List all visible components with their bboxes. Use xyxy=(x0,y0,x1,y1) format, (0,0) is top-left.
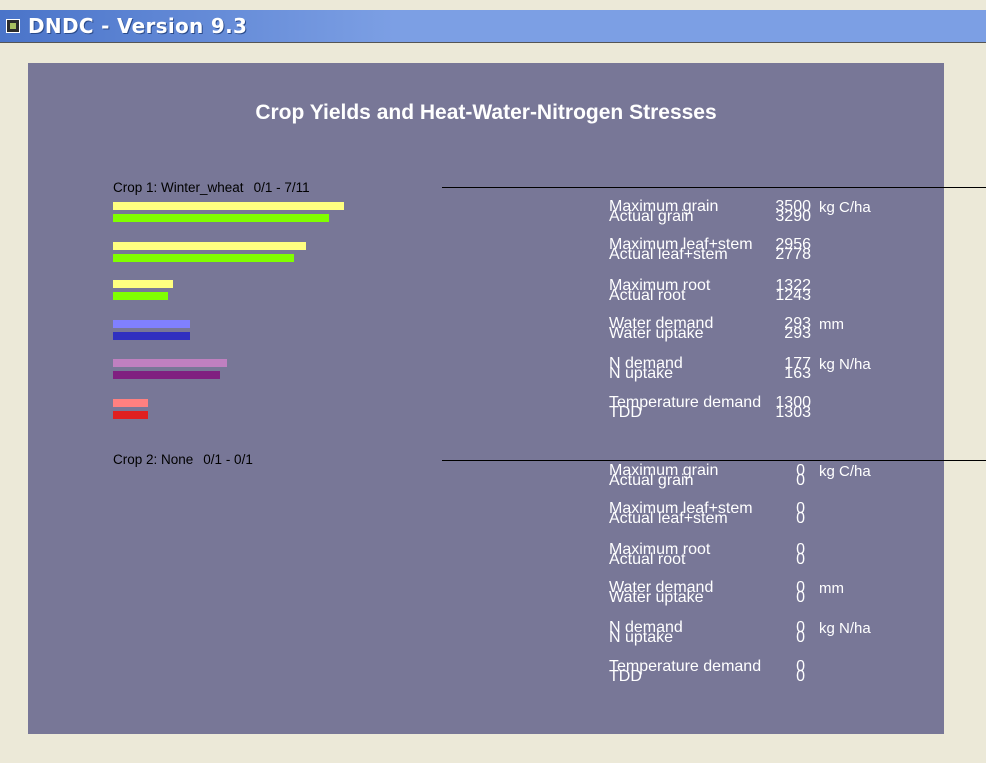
water-actual-bar xyxy=(113,332,190,340)
stat-value: 293 xyxy=(784,325,811,342)
crop-1-name: Crop 1: Winter_wheat xyxy=(113,180,244,195)
root-actual-bar xyxy=(113,292,168,300)
stat-value: 1303 xyxy=(775,404,811,421)
stat-row: N demand N uptake 0 0 kg N/ha xyxy=(609,620,909,651)
stat-unit: mm xyxy=(819,316,844,333)
stat-label: TDD xyxy=(609,404,642,421)
title-bar[interactable]: DNDC - Version 9.3 xyxy=(0,10,986,43)
crop-1-separator xyxy=(442,187,986,188)
stat-row: Temperature demand TDD 0 0 xyxy=(609,659,909,690)
temperature-max-bar xyxy=(113,399,148,407)
stat-unit: mm xyxy=(819,580,844,597)
stat-value: 3290 xyxy=(775,208,811,225)
stat-row: Maximum root Actual root 1322 1243 xyxy=(609,278,909,309)
results-panel: Crop Yields and Heat-Water-Nitrogen Stre… xyxy=(28,63,986,734)
grain-actual-bar xyxy=(113,214,329,222)
stat-value: 0 xyxy=(796,668,805,685)
stat-label: N uptake xyxy=(609,629,674,646)
stat-label: Actual root xyxy=(609,551,686,568)
crop-2-separator xyxy=(442,460,986,461)
stat-row: Temperature demand TDD 1300 1303 xyxy=(609,395,909,426)
stat-label: Actual root xyxy=(609,287,686,304)
stat-row: N demand N uptake 177 163 kg N/ha xyxy=(609,356,909,387)
stat-label: Actual grain xyxy=(609,208,694,225)
crop-2-label: Crop 2: None 0/1 - 0/1 xyxy=(113,452,253,467)
app-icon[interactable] xyxy=(6,19,20,33)
stat-value: 163 xyxy=(784,365,811,382)
stat-label: Actual leaf+stem xyxy=(609,510,728,527)
stat-unit: kg C/ha xyxy=(819,199,871,216)
crop-1-range: 0/1 - 7/11 xyxy=(253,180,310,195)
panel-title: Crop Yields and Heat-Water-Nitrogen Stre… xyxy=(255,101,717,124)
stat-row: Water demand Water uptake 293 293 mm xyxy=(609,316,909,347)
leaf-stem-max-bar xyxy=(113,242,306,250)
stat-label: TDD xyxy=(609,668,642,685)
crop-2-name: Crop 2: None xyxy=(113,452,194,467)
stat-value: 0 xyxy=(796,510,805,527)
stat-value: 0 xyxy=(796,472,805,489)
stat-unit: kg N/ha xyxy=(819,620,871,637)
stat-value: 2778 xyxy=(775,246,811,263)
stat-value: 0 xyxy=(796,551,805,568)
stat-unit: kg N/ha xyxy=(819,356,871,373)
root-max-bar xyxy=(113,280,173,288)
crop-1-label: Crop 1: Winter_wheat 0/1 - 7/11 xyxy=(113,180,310,195)
stat-row: Maximum grain Actual grain 3500 3290 kg C/ha xyxy=(609,199,909,230)
stat-value: 0 xyxy=(796,589,805,606)
stat-label: Actual leaf+stem xyxy=(609,246,728,263)
temperature-actual-bar xyxy=(113,411,148,419)
nitrogen-actual-bar xyxy=(113,371,220,379)
stat-label: Actual grain xyxy=(609,472,694,489)
nitrogen-max-bar xyxy=(113,359,227,367)
stat-label: Water uptake xyxy=(609,325,704,342)
stat-unit: kg C/ha xyxy=(819,463,871,480)
crop-2-range: 0/1 - 0/1 xyxy=(203,452,253,467)
stat-row: Maximum leaf+stem Actual leaf+stem 2956 277… xyxy=(609,237,909,268)
stat-value: 1243 xyxy=(775,287,811,304)
stat-label: N uptake xyxy=(609,365,674,382)
stat-row: Maximum grain Actual grain 0 0 kg C/ha xyxy=(609,463,909,494)
leaf-stem-actual-bar xyxy=(113,254,294,262)
stat-row: Water demand Water uptake 0 0 mm xyxy=(609,580,909,611)
stat-row: Maximum root Actual root 0 0 xyxy=(609,542,909,573)
water-max-bar xyxy=(113,320,190,328)
stat-row: Maximum leaf+stem Actual leaf+stem 0 0 xyxy=(609,501,909,532)
stat-value: 0 xyxy=(796,629,805,646)
grain-max-bar xyxy=(113,202,344,210)
window-title: DNDC - Version 9.3 xyxy=(28,14,248,38)
stat-label: Water uptake xyxy=(609,589,704,606)
